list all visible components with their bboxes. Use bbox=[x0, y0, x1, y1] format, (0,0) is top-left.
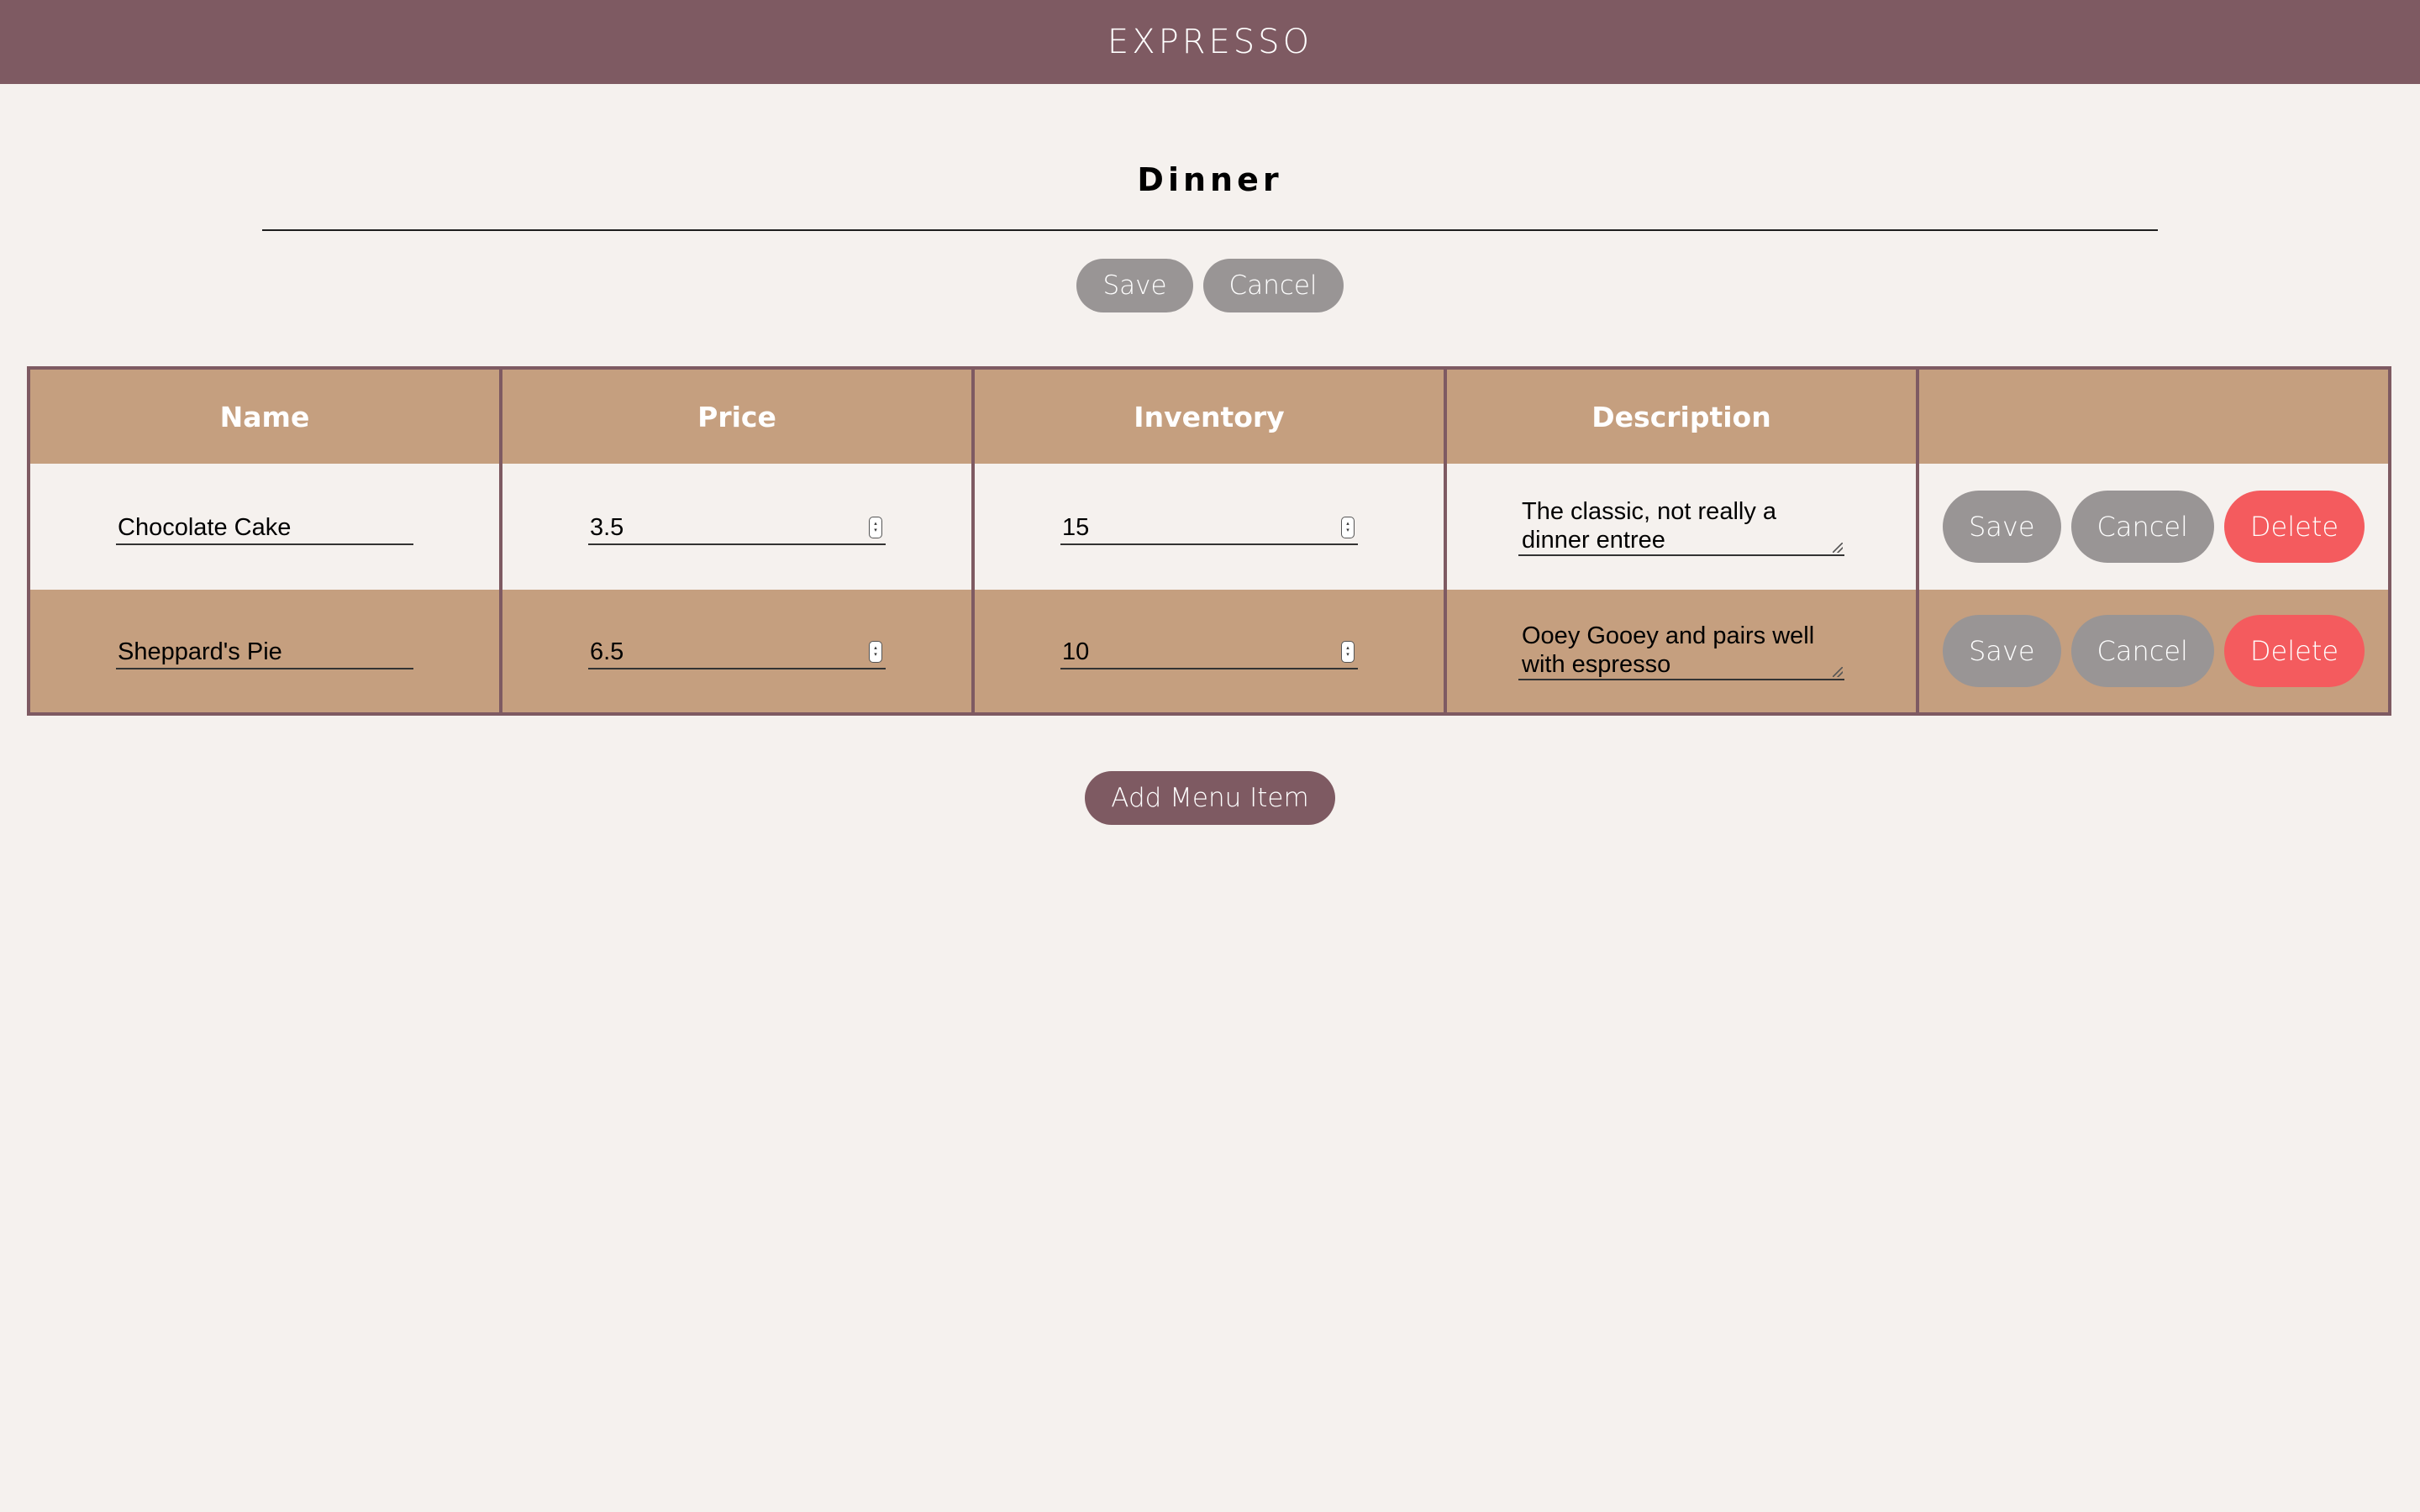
item-inventory-input[interactable]: 10 ▴ ▾ bbox=[1060, 633, 1358, 669]
item-name-input[interactable]: Sheppard's Pie bbox=[116, 633, 413, 669]
add-menu-item-button[interactable]: Add Menu Item bbox=[1085, 771, 1335, 825]
column-header-price: Price bbox=[502, 370, 975, 464]
item-name-input[interactable]: Chocolate Cake bbox=[116, 508, 413, 545]
number-stepper-icon[interactable]: ▴ ▾ bbox=[869, 641, 882, 663]
item-inventory-input[interactable]: 15 ▴ ▾ bbox=[1060, 508, 1358, 545]
column-header-inventory: Inventory bbox=[975, 370, 1447, 464]
table-cell-name: Chocolate Cake bbox=[30, 464, 502, 590]
item-price-input[interactable]: 6.5 ▴ ▾ bbox=[588, 633, 886, 669]
brand-logo[interactable]: EXPRESSO bbox=[1107, 23, 1313, 61]
menu-actions: Save Cancel bbox=[0, 259, 2420, 312]
title-divider bbox=[262, 229, 2158, 231]
table-cell-price: 6.5 ▴ ▾ bbox=[502, 590, 975, 712]
number-stepper-icon[interactable]: ▴ ▾ bbox=[869, 517, 882, 538]
item-description-textarea[interactable]: Ooey Gooey and pairs well with espresso bbox=[1518, 622, 1844, 680]
item-inventory-value: 10 bbox=[1062, 638, 1090, 665]
column-header-label: Inventory bbox=[1134, 400, 1285, 433]
column-header-description: Description bbox=[1447, 370, 1919, 464]
page-title: Dinner bbox=[1137, 161, 1283, 198]
row-actions: Save Cancel Delete bbox=[1942, 491, 2365, 563]
column-header-actions bbox=[1919, 370, 2388, 464]
row-delete-button[interactable]: Delete bbox=[2223, 615, 2365, 687]
item-price-value: 3.5 bbox=[590, 514, 624, 541]
item-description-value: The classic, not really a dinner entree bbox=[1522, 498, 1777, 554]
table-cell-description: Ooey Gooey and pairs well with espresso bbox=[1447, 590, 1919, 712]
row-save-button[interactable]: Save bbox=[1942, 491, 2061, 563]
number-stepper-icon[interactable]: ▴ ▾ bbox=[1341, 641, 1355, 663]
row-delete-button[interactable]: Delete bbox=[2223, 491, 2365, 563]
column-header-label: Description bbox=[1591, 400, 1771, 433]
menu-cancel-button[interactable]: Cancel bbox=[1202, 259, 1344, 312]
row-cancel-button[interactable]: Cancel bbox=[2070, 491, 2214, 563]
column-header-label: Name bbox=[219, 400, 310, 433]
add-item-area: Add Menu Item bbox=[0, 771, 2420, 825]
number-stepper-icon[interactable]: ▴ ▾ bbox=[1341, 517, 1355, 538]
item-price-input[interactable]: 3.5 ▴ ▾ bbox=[588, 508, 886, 545]
row-save-button[interactable]: Save bbox=[1942, 615, 2061, 687]
row-cancel-button[interactable]: Cancel bbox=[2070, 615, 2214, 687]
menu-save-button[interactable]: Save bbox=[1076, 259, 1193, 312]
item-inventory-value: 15 bbox=[1062, 514, 1090, 541]
table-cell-price: 3.5 ▴ ▾ bbox=[502, 464, 975, 590]
table-cell-actions: Save Cancel Delete bbox=[1919, 590, 2388, 712]
top-header-bar: EXPRESSO bbox=[0, 0, 2420, 84]
item-price-value: 6.5 bbox=[590, 638, 624, 665]
resize-handle-icon[interactable] bbox=[1833, 667, 1843, 677]
table-cell-actions: Save Cancel Delete bbox=[1919, 464, 2388, 590]
menu-items-table: Name Price Inventory Description Chocola… bbox=[27, 366, 2391, 716]
table-cell-description: The classic, not really a dinner entree bbox=[1447, 464, 1919, 590]
item-name-value: Sheppard's Pie bbox=[118, 638, 282, 665]
column-header-label: Price bbox=[697, 400, 776, 433]
table-cell-name: Sheppard's Pie bbox=[30, 590, 502, 712]
column-header-name: Name bbox=[30, 370, 502, 464]
resize-handle-icon[interactable] bbox=[1833, 543, 1843, 553]
table-cell-inventory: 10 ▴ ▾ bbox=[975, 590, 1447, 712]
item-description-value: Ooey Gooey and pairs well with espresso bbox=[1522, 622, 1815, 678]
table-cell-inventory: 15 ▴ ▾ bbox=[975, 464, 1447, 590]
item-description-textarea[interactable]: The classic, not really a dinner entree bbox=[1518, 497, 1844, 556]
item-name-value: Chocolate Cake bbox=[118, 514, 292, 541]
row-actions: Save Cancel Delete bbox=[1942, 615, 2365, 687]
